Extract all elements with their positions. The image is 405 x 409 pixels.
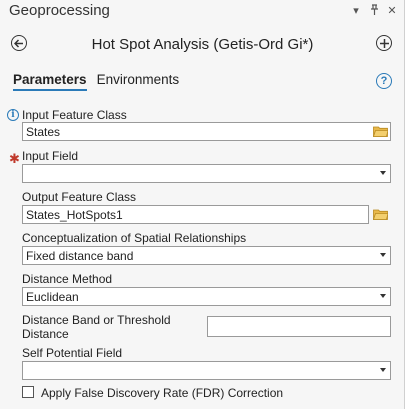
- titlebar-controls: ▾ ✕: [351, 4, 397, 18]
- input-field-label: Input Field: [22, 149, 79, 163]
- close-icon[interactable]: ✕: [387, 4, 397, 18]
- conceptualization-value: Fixed distance band: [26, 249, 134, 263]
- tool-title: Hot Spot Analysis (Getis-Ord Gi*): [91, 36, 314, 53]
- distance-band-label-line2: Distance: [22, 327, 69, 341]
- fdr-checkbox[interactable]: [22, 386, 34, 398]
- info-icon[interactable]: i: [7, 109, 19, 121]
- pin-icon[interactable]: [369, 4, 379, 18]
- distance-band-label-line1: Distance Band or Threshold: [22, 313, 171, 327]
- distance-method-label: Distance Method: [22, 272, 113, 286]
- geoprocessing-pane: Geoprocessing ▾ ✕ Hot Spot Analysis (Get…: [0, 0, 405, 409]
- input-field-dropdown[interactable]: [22, 164, 391, 183]
- chevron-down-icon: [380, 253, 386, 257]
- output-feature-class-input[interactable]: States_HotSpots1: [22, 205, 369, 224]
- tab-parameters[interactable]: Parameters: [13, 72, 87, 91]
- tab-bar: Parameters Environments: [13, 72, 179, 91]
- tool-header: Hot Spot Analysis (Getis-Ord Gi*): [0, 32, 405, 58]
- distance-band-label: Distance Band or Threshold Distance: [22, 313, 171, 341]
- pane-titlebar: Geoprocessing ▾ ✕: [0, 0, 405, 24]
- folder-icon[interactable]: [373, 208, 388, 220]
- dropdown-arrow-icon[interactable]: ▾: [351, 4, 361, 18]
- self-potential-dropdown[interactable]: [22, 361, 391, 380]
- conceptualization-dropdown[interactable]: Fixed distance band: [22, 246, 391, 265]
- help-icon[interactable]: ?: [376, 73, 392, 89]
- self-potential-label: Self Potential Field: [22, 346, 123, 360]
- required-icon: ✱: [9, 151, 20, 166]
- distance-method-value: Euclidean: [26, 290, 79, 304]
- output-feature-class-label: Output Feature Class: [22, 190, 137, 204]
- conceptualization-label: Conceptualization of Spatial Relationshi…: [22, 231, 247, 245]
- fdr-checkbox-label[interactable]: Apply False Discovery Rate (FDR) Correct…: [41, 386, 283, 400]
- distance-band-input[interactable]: [207, 316, 391, 337]
- plus-icon: [379, 38, 389, 48]
- output-feature-class-value: States_HotSpots1: [26, 208, 123, 222]
- chevron-down-icon: [380, 368, 386, 372]
- add-button[interactable]: [376, 35, 392, 51]
- chevron-down-icon: [380, 294, 386, 298]
- chevron-down-icon: [380, 171, 386, 175]
- tab-environments[interactable]: Environments: [97, 72, 180, 91]
- distance-method-dropdown[interactable]: Euclidean: [22, 287, 391, 306]
- pane-title: Geoprocessing: [9, 2, 110, 19]
- folder-icon[interactable]: [373, 125, 388, 137]
- input-feature-class-label: Input Feature Class: [22, 108, 127, 122]
- input-feature-class-dropdown[interactable]: States: [22, 122, 391, 141]
- input-feature-class-value: States: [26, 125, 61, 139]
